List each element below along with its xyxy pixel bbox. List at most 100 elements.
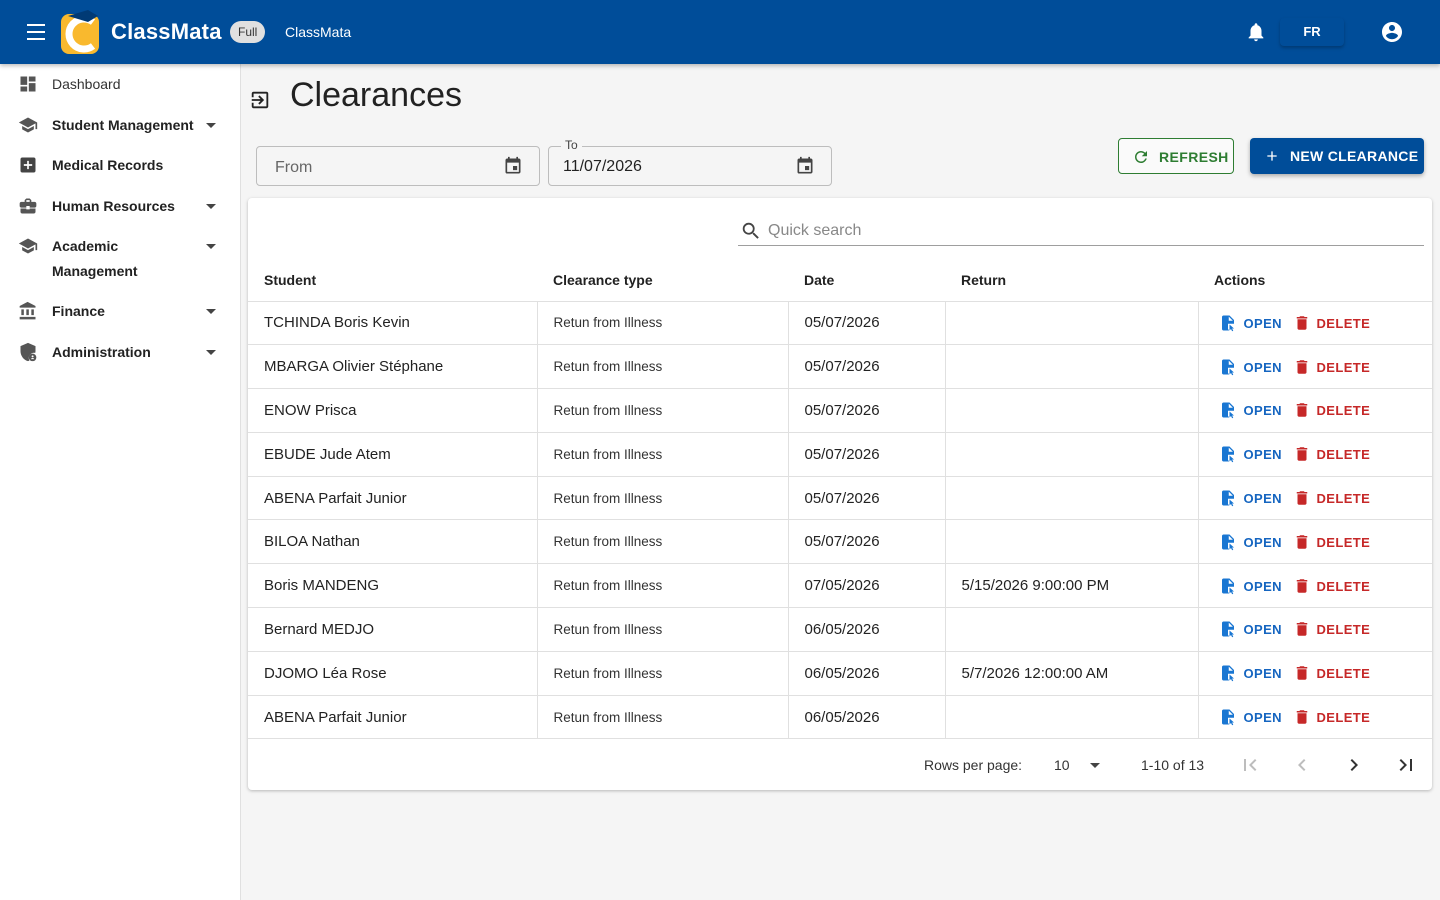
delete-label: DELETE [1316, 666, 1371, 682]
open-button[interactable]: OPEN [1219, 355, 1293, 379]
sidebar-item-medical-records[interactable]: Medical Records [0, 153, 240, 178]
cell-date: 05/07/2026 [788, 301, 946, 346]
delete-button[interactable]: DELETE [1293, 574, 1373, 598]
open-button[interactable]: OPEN [1219, 661, 1293, 685]
cell-actions: OPEN DELETE [1198, 651, 1432, 696]
cell-clearance-type: Retun from Illness [537, 344, 789, 390]
open-button[interactable]: OPEN [1219, 442, 1293, 466]
account-circle-icon[interactable] [1380, 20, 1404, 44]
column-header-date[interactable]: Date [788, 260, 945, 302]
sidebar-item-student-management[interactable]: Student Management [0, 113, 240, 138]
bell-icon[interactable] [1245, 21, 1267, 43]
table-row[interactable]: ABENA Parfait Junior Retun from Illness 05… [248, 476, 1432, 521]
sidebar-item-finance[interactable]: Finance [0, 299, 240, 324]
cell-student: ABENA Parfait Junior [248, 695, 538, 740]
open-button[interactable]: OPEN [1219, 574, 1293, 598]
refresh-button[interactable]: REFRESH [1118, 138, 1234, 174]
file-open-icon [1221, 402, 1234, 419]
open-label: OPEN [1243, 578, 1282, 594]
language-button[interactable]: FR [1280, 18, 1344, 46]
first-page-icon[interactable] [1238, 753, 1262, 777]
previous-page-icon[interactable] [1290, 753, 1314, 777]
delete-button[interactable]: DELETE [1293, 661, 1373, 685]
next-page-icon[interactable] [1342, 753, 1366, 777]
table-row[interactable]: MBARGA Olivier Stéphane Retun from Illnes… [248, 344, 1432, 390]
sidebar-item-label: Medical Records [52, 157, 164, 173]
delete-button[interactable]: DELETE [1293, 705, 1373, 729]
cell-clearance-type: Retun from Illness [537, 563, 789, 609]
column-header-actions: Actions [1198, 260, 1432, 302]
open-button[interactable]: OPEN [1219, 705, 1293, 729]
calendar-icon[interactable] [795, 156, 815, 176]
to-date-field[interactable]: To 11/07/2026 [548, 138, 832, 186]
calendar-icon[interactable] [503, 156, 523, 176]
page-title: Clearances [290, 76, 462, 114]
table-row[interactable]: Bernard MEDJO Retun from Illness 06/05/202… [248, 607, 1432, 652]
chevron-down-icon [206, 309, 216, 314]
delete-button[interactable]: DELETE [1293, 355, 1373, 379]
delete-label: DELETE [1316, 534, 1371, 550]
table-row[interactable]: DJOMO Léa Rose Retun from Illness 06/05/20… [248, 651, 1432, 696]
delete-button[interactable]: DELETE [1293, 311, 1373, 335]
table-row[interactable]: EBUDE Jude Atem Retun from Illness 05/07/2… [248, 432, 1432, 477]
file-open-icon [1221, 490, 1234, 507]
trash-icon [1296, 666, 1307, 681]
table-row[interactable]: ABENA Parfait Junior Retun from Illness 06… [248, 695, 1432, 740]
table-row[interactable]: Boris MANDENG Retun from Illness 07/05/202… [248, 563, 1432, 609]
sidebar-item-label: Student Management [52, 117, 194, 133]
menu-icon[interactable] [20, 20, 52, 44]
new-clearance-button[interactable]: NEW CLEARANCE [1250, 138, 1424, 174]
file-open-icon [1221, 621, 1234, 638]
delete-button[interactable]: DELETE [1293, 398, 1373, 422]
cell-student: EBUDE Jude Atem [248, 432, 538, 477]
app-name: ClassMata [285, 24, 352, 40]
open-button[interactable]: OPEN [1219, 530, 1293, 554]
trash-icon [1296, 578, 1307, 593]
table-row[interactable]: ENOW Prisca Retun from Illness 05/07/2026 O… [248, 388, 1432, 433]
cell-student: DJOMO Léa Rose [248, 651, 538, 696]
delete-button[interactable]: DELETE [1293, 442, 1373, 466]
delete-button[interactable]: DELETE [1293, 530, 1373, 554]
sidebar-item-label-line2: Management [52, 263, 138, 279]
sidebar-item-dashboard[interactable]: Dashboard [0, 72, 240, 97]
sidebar-item-human-resources[interactable]: Human Resources [0, 194, 240, 219]
pagination-range: 1-10 of 13 [1141, 757, 1205, 773]
last-page-icon[interactable] [1394, 753, 1418, 777]
delete-button[interactable]: DELETE [1293, 617, 1373, 641]
brand-name: ClassMata [111, 19, 222, 44]
bank-icon [19, 301, 36, 320]
column-header-return[interactable]: Return [945, 260, 1198, 302]
cell-date: 05/07/2026 [788, 388, 946, 433]
open-label: OPEN [1243, 359, 1282, 375]
file-open-icon [1221, 446, 1234, 463]
rows-per-page-select[interactable]: 10 [1054, 757, 1104, 773]
column-header-clearance-type[interactable]: Clearance type [537, 260, 788, 302]
file-open-icon [1221, 534, 1234, 551]
from-date-field[interactable]: From [256, 146, 540, 186]
file-open-icon [1221, 315, 1234, 332]
file-open-icon [1221, 359, 1234, 375]
delete-button[interactable]: DELETE [1293, 486, 1373, 510]
open-label: OPEN [1243, 622, 1282, 638]
search-input[interactable] [768, 220, 1408, 242]
cell-date: 05/07/2026 [788, 476, 946, 521]
chevron-down-icon [206, 123, 216, 128]
refresh-label: REFRESH [1159, 149, 1229, 165]
open-button[interactable]: OPEN [1219, 617, 1293, 641]
dashboard-icon [20, 76, 36, 92]
cell-actions: OPEN DELETE [1198, 388, 1432, 433]
school-icon [18, 117, 38, 133]
sidebar-item-academic-management[interactable]: Academic Management [0, 234, 240, 284]
logo-letters: CM [80, 31, 99, 45]
table-row[interactable]: TCHINDA Boris Kevin Retun from Illness 05/… [248, 301, 1432, 346]
open-button[interactable]: OPEN [1219, 398, 1293, 422]
cell-return [945, 432, 1199, 477]
trash-icon [1296, 491, 1307, 505]
open-button[interactable]: OPEN [1219, 311, 1293, 335]
column-header-student[interactable]: Student [248, 260, 537, 302]
open-label: OPEN [1243, 315, 1282, 331]
sidebar-item-administration[interactable]: Administration [0, 340, 240, 365]
table-row[interactable]: BILOA Nathan Retun from Illness 05/07/2026… [248, 519, 1432, 565]
cell-actions: OPEN DELETE [1198, 695, 1432, 740]
open-button[interactable]: OPEN [1219, 486, 1293, 510]
